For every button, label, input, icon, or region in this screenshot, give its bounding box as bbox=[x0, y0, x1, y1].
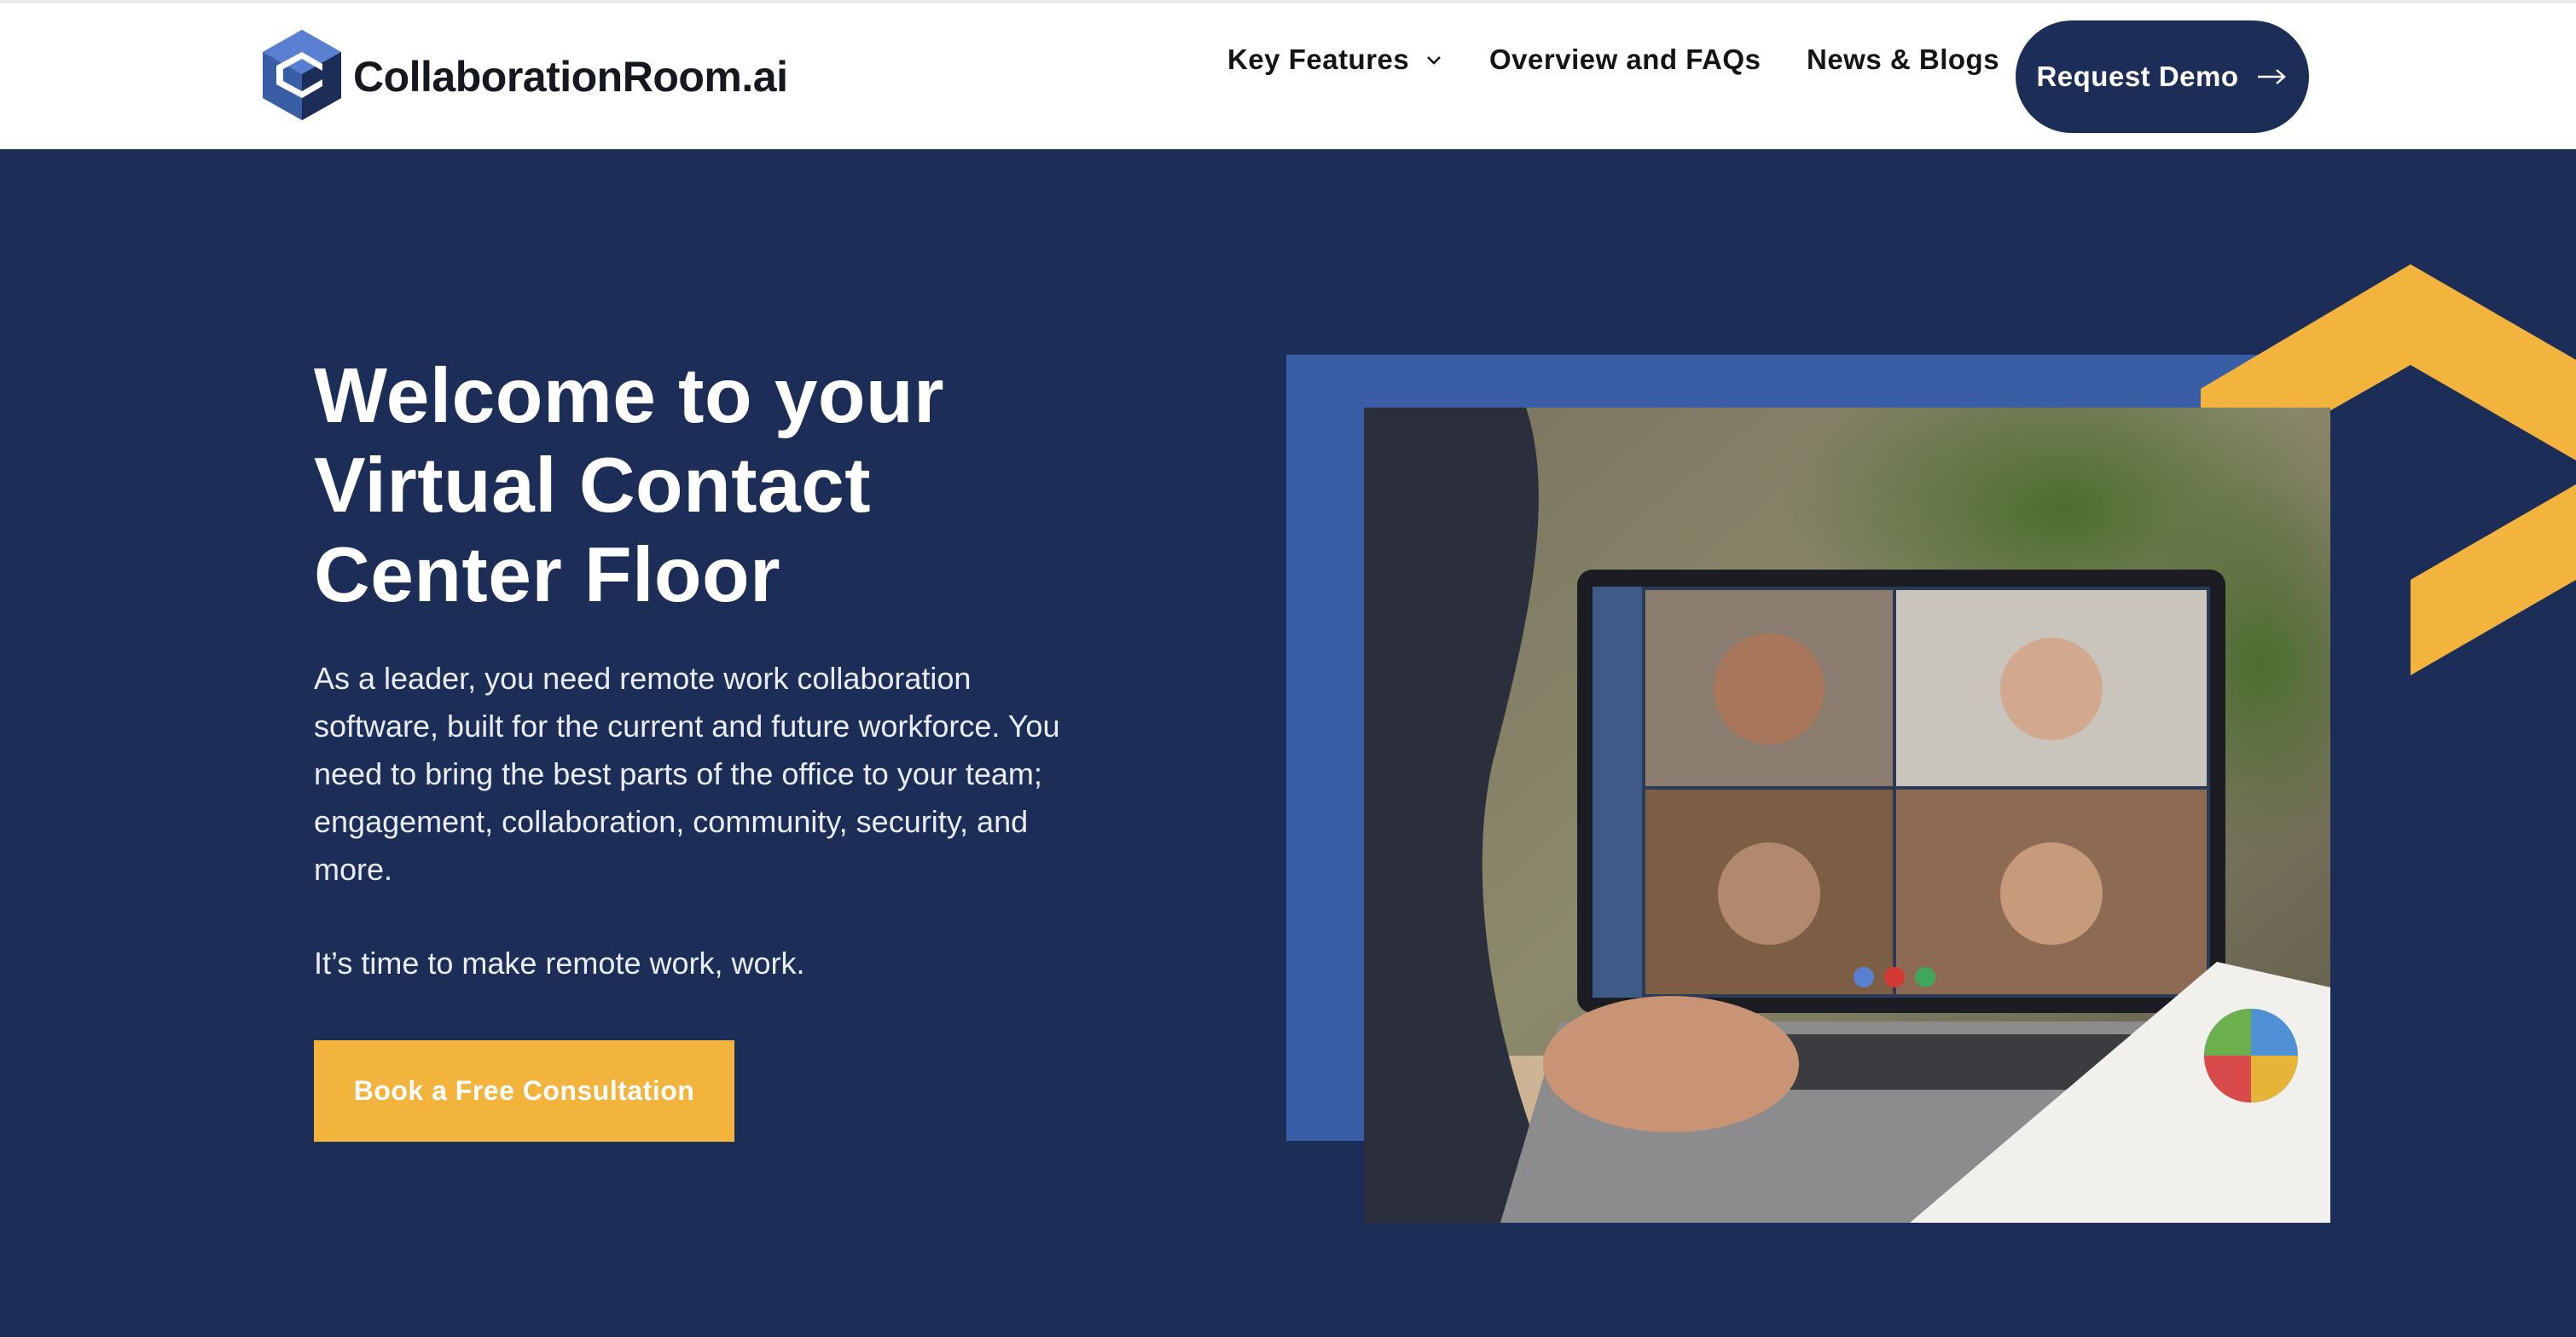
nav-key-features[interactable]: Key Features bbox=[1227, 3, 1443, 116]
book-consultation-button[interactable]: Book a Free Consultation bbox=[314, 1040, 734, 1142]
hero-title-line: Virtual Contact bbox=[314, 443, 872, 529]
hero-description-line: need to bring the best parts of the offi… bbox=[314, 756, 1042, 791]
book-consultation-label: Book a Free Consultation bbox=[353, 1075, 695, 1106]
hexagon-c-logo-icon bbox=[261, 28, 343, 126]
request-demo-label: Request Demo bbox=[2036, 61, 2239, 92]
nav-overview-faqs[interactable]: Overview and FAQs bbox=[1489, 3, 1761, 116]
nav-news-blogs[interactable]: News & Blogs bbox=[1807, 3, 1999, 116]
chevron-down-icon bbox=[1427, 56, 1442, 65]
nav-overview-faqs-label: Overview and FAQs bbox=[1489, 43, 1761, 75]
hero-description-line: more. bbox=[314, 852, 393, 887]
video-call-laptop-image bbox=[1364, 408, 2330, 1223]
nav-key-features-label: Key Features bbox=[1227, 43, 1410, 75]
request-demo-button[interactable]: Request Demo bbox=[2016, 20, 2309, 133]
site-header: CollaborationRoom.ai Key Features Overvi… bbox=[0, 3, 2576, 149]
hero-tagline: It’s time to make remote work, work. bbox=[314, 946, 805, 981]
hero-description-line: software, built for the current and futu… bbox=[314, 709, 1060, 744]
hero-title-line: Welcome to your bbox=[314, 353, 945, 439]
hero-title: Welcome to your Virtual Contact Center F… bbox=[314, 351, 1082, 620]
arrow-right-icon bbox=[2257, 69, 2286, 84]
hero-description-line: engagement, collaboration, community, se… bbox=[314, 804, 1029, 839]
nav-news-blogs-label: News & Blogs bbox=[1807, 43, 2000, 75]
brand-logo-link[interactable]: CollaborationRoom.ai bbox=[261, 28, 788, 126]
hero-title-line: Center Floor bbox=[314, 532, 780, 618]
hero-description: As a leader, you need remote work collab… bbox=[314, 655, 1133, 894]
hero-description-line: As a leader, you need remote work collab… bbox=[314, 661, 972, 696]
brand-name: CollaborationRoom.ai bbox=[353, 53, 788, 101]
